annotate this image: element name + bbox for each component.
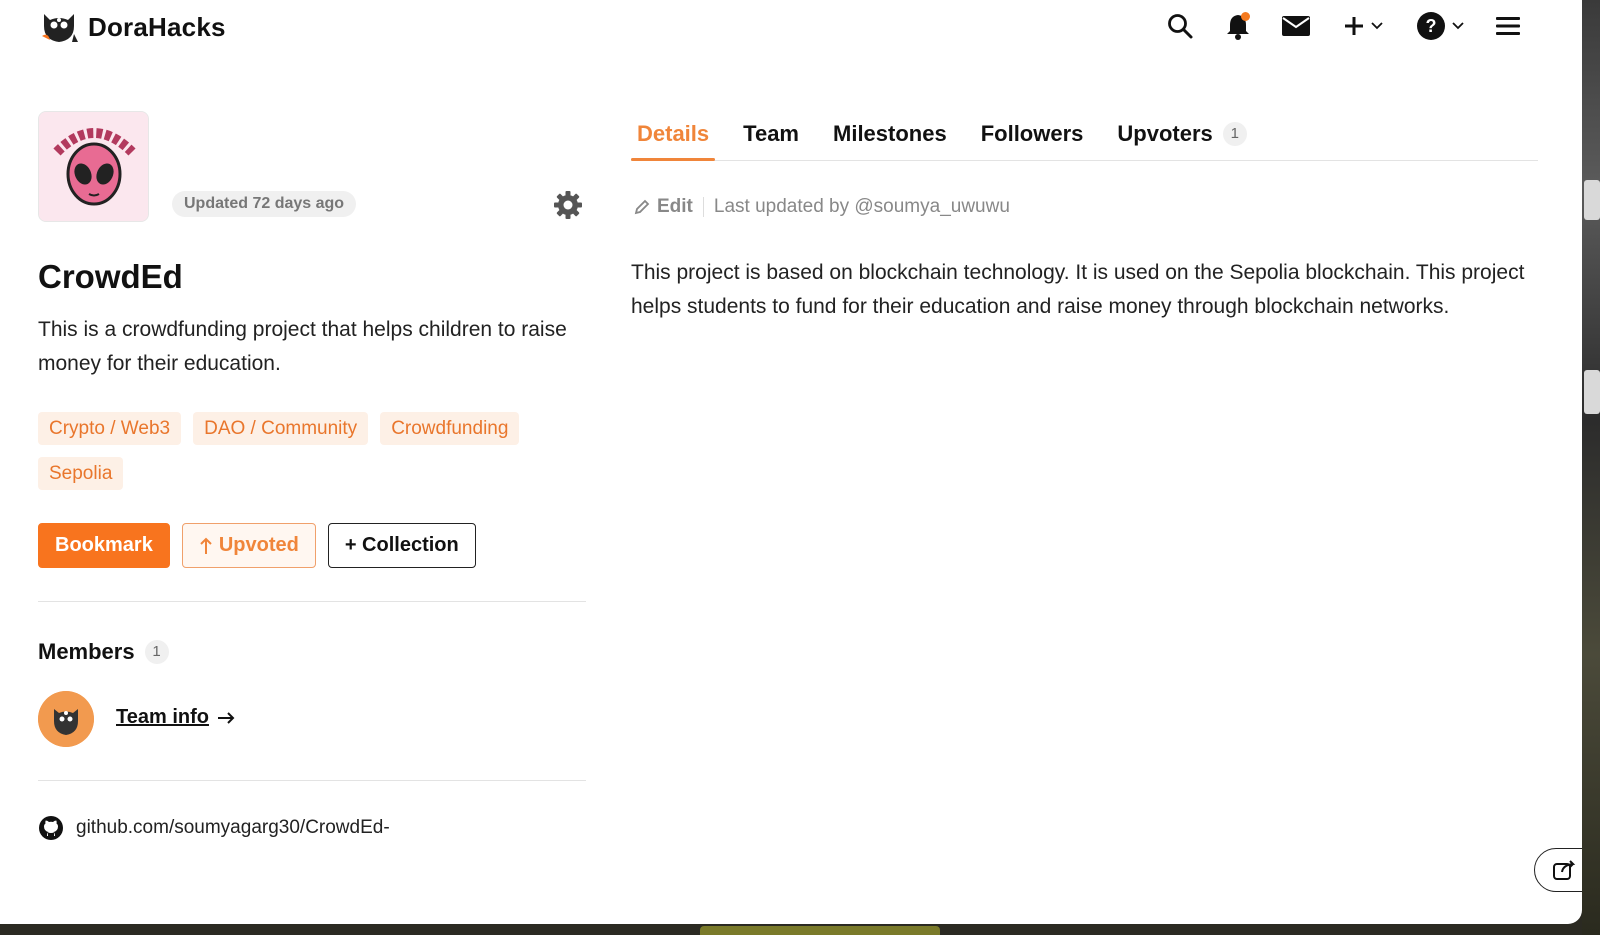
- background-window: [1584, 370, 1600, 414]
- bookmark-label: Bookmark: [55, 534, 153, 556]
- tab-milestones[interactable]: Milestones: [827, 121, 953, 160]
- members-count-badge: 1: [144, 640, 169, 664]
- divider: [38, 780, 586, 781]
- brand-name: DoraHacks: [88, 11, 226, 42]
- details-body: This project is based on blockchain tech…: [631, 261, 1525, 318]
- background-window: [1584, 180, 1600, 220]
- share-button[interactable]: [1534, 848, 1582, 892]
- project-tabs: Details Team Milestones Followers Upvote…: [631, 121, 1538, 161]
- bookmark-button[interactable]: Bookmark: [38, 523, 170, 568]
- search-icon[interactable]: [1164, 10, 1196, 42]
- github-url: github.com/soumyagarg30/CrowdEd-: [76, 817, 390, 838]
- team-info-link[interactable]: Team info: [116, 706, 235, 729]
- tag-crypto-web3[interactable]: Crypto / Web3: [38, 412, 182, 445]
- browser-window: DoraHacks ? Updated 72 days ago CrowdEd …: [0, 0, 1582, 924]
- bell-icon[interactable]: [1222, 10, 1254, 42]
- tag-sepolia[interactable]: Sepolia: [38, 457, 124, 490]
- divider: [38, 601, 586, 602]
- notification-dot: [1241, 12, 1250, 21]
- project-logo: [38, 111, 149, 222]
- updated-badge: Updated 72 days ago: [172, 191, 357, 217]
- upvoters-count-badge: 1: [1222, 122, 1247, 146]
- github-link[interactable]: github.com/soumyagarg30/CrowdEd-: [38, 815, 390, 841]
- svg-text:?: ?: [1426, 16, 1437, 36]
- brand-logo[interactable]: DoraHacks: [38, 6, 226, 48]
- desktop-background: [1582, 0, 1600, 935]
- help-icon: ?: [1417, 12, 1445, 40]
- github-icon: [39, 816, 63, 840]
- project-title: CrowdEd: [38, 258, 183, 295]
- arrow-right-icon: [217, 711, 235, 724]
- header-actions: ?: [1164, 10, 1524, 42]
- dorahacks-avatar-icon: [38, 691, 94, 747]
- edit-button[interactable]: Edit: [633, 196, 693, 218]
- menu-icon[interactable]: [1492, 10, 1524, 42]
- pencil-icon: [634, 199, 650, 215]
- tab-team[interactable]: Team: [737, 121, 805, 160]
- help-menu[interactable]: ?: [1414, 10, 1466, 42]
- share-icon: [1553, 860, 1576, 880]
- upvoted-label: Upvoted: [218, 534, 299, 556]
- tab-label: Upvoters: [1117, 121, 1213, 146]
- tab-label: Followers: [980, 121, 1084, 146]
- top-nav: DoraHacks ?: [0, 0, 1582, 56]
- action-buttons: Bookmark Upvoted + Collection: [38, 523, 476, 568]
- chevron-down-icon: [1371, 22, 1383, 30]
- dorahacks-logo-icon: [42, 14, 78, 42]
- separator: [702, 197, 704, 217]
- create-menu[interactable]: [1338, 10, 1388, 42]
- tab-label: Team: [743, 121, 799, 146]
- chevron-down-icon: [1452, 22, 1464, 30]
- collection-label: + Collection: [344, 534, 459, 556]
- tab-label: Details: [637, 121, 710, 146]
- tag-crowdfunding[interactable]: Crowdfunding: [380, 412, 520, 445]
- tab-label: Milestones: [833, 121, 947, 146]
- plus-icon: [1345, 17, 1363, 35]
- project-description: This is a crowdfunding project that help…: [38, 318, 567, 375]
- members-heading: Members 1: [38, 639, 169, 665]
- members-label: Members: [38, 639, 135, 664]
- mail-icon[interactable]: [1280, 10, 1312, 42]
- upvoted-button[interactable]: Upvoted: [181, 523, 316, 568]
- tab-details[interactable]: Details: [631, 121, 716, 161]
- edit-label: Edit: [657, 196, 693, 217]
- gear-icon[interactable]: [553, 190, 583, 220]
- member-avatar[interactable]: [38, 691, 94, 747]
- tag-list: Crypto / Web3 DAO / Community Crowdfundi…: [38, 412, 598, 490]
- tag-dao-community[interactable]: DAO / Community: [193, 412, 369, 445]
- tab-upvoters[interactable]: Upvoters 1: [1111, 121, 1252, 160]
- add-collection-button[interactable]: + Collection: [327, 523, 476, 568]
- tab-followers[interactable]: Followers: [975, 121, 1090, 160]
- dock-strip: [700, 926, 940, 935]
- arrow-up-icon: [200, 537, 212, 554]
- edit-bar: Edit Last updated by @soumya_uwuwu: [633, 196, 1010, 218]
- last-updated-text: Last updated by @soumya_uwuwu: [713, 196, 1010, 217]
- alien-logo-icon: [39, 112, 148, 221]
- team-info-label: Team info: [116, 706, 209, 728]
